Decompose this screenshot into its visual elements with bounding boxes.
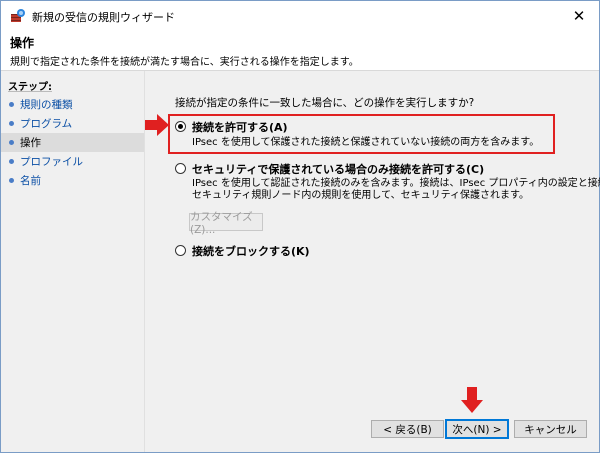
sidebar-item-profile[interactable]: プロファイル (1, 152, 144, 171)
sidebar-item-label: 規則の種類 (20, 99, 73, 111)
window-title: 新規の受信の規則ウィザード (32, 11, 175, 24)
bullet-icon (9, 178, 14, 183)
allow-secure-label[interactable]: セキュリティで保護されている場合のみ接続を許可する(C) (192, 161, 484, 177)
allow-connection-label[interactable]: 接続を許可する(A) (192, 119, 288, 135)
page-header: 操作 規則で指定された条件を接続が満たす場合に、実行される操作を指定します。 (1, 30, 599, 71)
customize-button[interactable]: カスタマイズ(Z)... (189, 211, 263, 236)
allow-connection-radio[interactable] (175, 121, 186, 132)
sidebar-item-name[interactable]: 名前 (1, 171, 144, 190)
steps-heading: ステップ: (8, 82, 52, 93)
back-button[interactable]: < 戻る(B) (371, 420, 444, 438)
wizard-window: 新規の受信の規則ウィザード ✕ 操作 規則で指定された条件を接続が満たす場合に、… (0, 0, 600, 453)
main-content: 接続が指定の条件に一致した場合に、どの操作を実行しますか? 接続を許可する(A)… (145, 71, 600, 452)
allow-connection-description: IPsec を使用して保護された接続と保護されていない接続の両方を含みます。 (192, 137, 540, 148)
allow-secure-description-line2: セキュリティ規則ノード内の規則を使用して、セキュリティ保護されます。 (192, 190, 529, 201)
allow-secure-radio[interactable] (175, 163, 186, 174)
close-icon: ✕ (572, 6, 586, 25)
steps-sidebar: ステップ: 規則の種類 プログラム 操作 プロファイル 名前 (1, 71, 145, 452)
block-connection-label[interactable]: 接続をブロックする(K) (192, 243, 310, 259)
close-button[interactable]: ✕ (559, 1, 599, 30)
sidebar-item-label: 操作 (20, 137, 41, 149)
bullet-icon (9, 121, 14, 126)
red-arrow-down-icon (461, 387, 483, 416)
page-title: 操作 (10, 36, 35, 50)
page-description: 規則で指定された条件を接続が満たす場合に、実行される操作を指定します。 (10, 57, 359, 68)
bullet-icon (9, 140, 14, 145)
action-question: 接続が指定の条件に一致した場合に、どの操作を実行しますか? (175, 97, 475, 109)
sidebar-item-label: プロファイル (20, 156, 83, 168)
sidebar-item-label: プログラム (20, 118, 73, 130)
firewall-icon (10, 8, 26, 24)
sidebar-item-program[interactable]: プログラム (1, 114, 144, 133)
sidebar-item-action[interactable]: 操作 (1, 133, 144, 152)
title-bar: 新規の受信の規則ウィザード ✕ (1, 1, 599, 30)
bullet-icon (9, 102, 14, 107)
bullet-icon (9, 159, 14, 164)
cancel-button[interactable]: キャンセル (514, 420, 587, 438)
next-button[interactable]: 次へ(N) > (445, 419, 509, 439)
block-connection-radio[interactable] (175, 245, 186, 256)
sidebar-item-rule-type[interactable]: 規則の種類 (1, 95, 144, 114)
sidebar-item-label: 名前 (20, 175, 41, 187)
red-arrow-right-icon (145, 114, 169, 139)
